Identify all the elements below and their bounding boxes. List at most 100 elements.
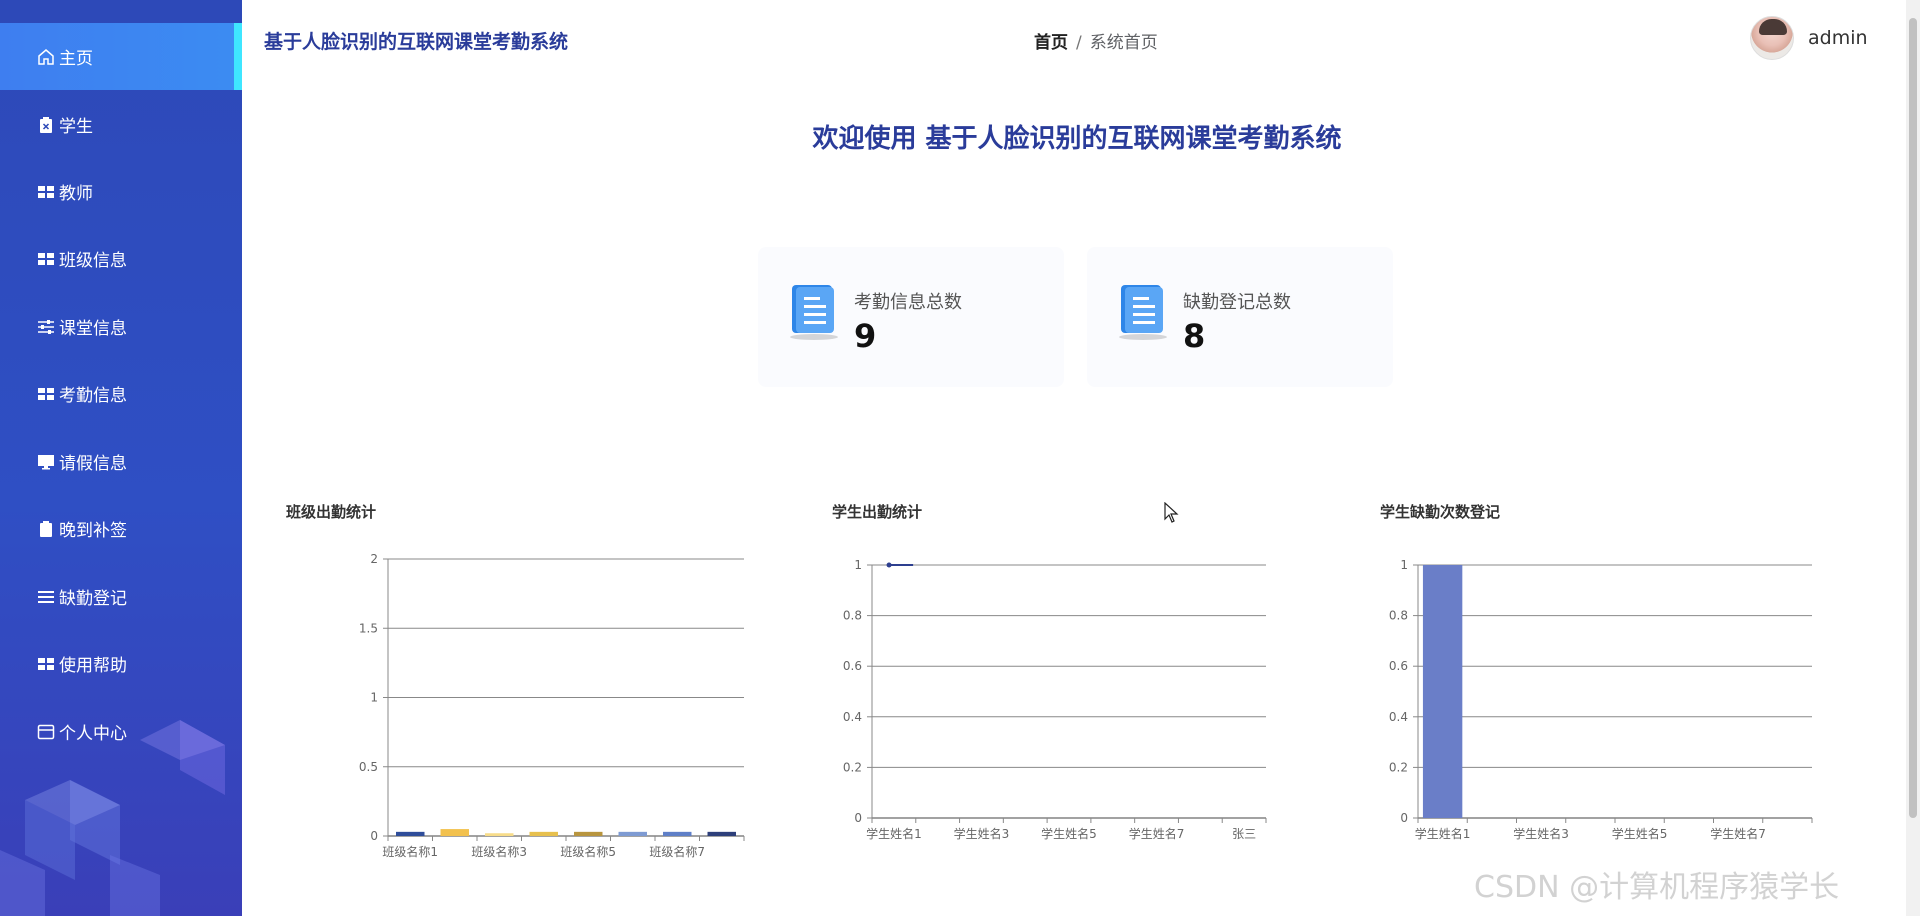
mouse-cursor-icon	[1164, 502, 1179, 523]
x-tick-label: 学生姓名7	[1129, 826, 1185, 841]
chart-title-student-attendance: 学生出勤统计	[832, 503, 923, 521]
sidebar-item-7[interactable]: 请假信息	[0, 428, 242, 495]
x-tick-label: 班级名称5	[560, 844, 616, 859]
stat-label: 考勤信息总数	[854, 292, 962, 313]
sidebar-item-10[interactable]: 使用帮助	[0, 630, 242, 697]
y-tick-label: 0.2	[843, 760, 862, 774]
scrollbar-thumb[interactable]	[1909, 18, 1917, 818]
breadcrumb: 首页 / 系统首页	[1034, 28, 1158, 53]
y-tick-label: 0.4	[843, 710, 862, 724]
avatar[interactable]	[1750, 16, 1794, 60]
stat-label: 缺勤登记总数	[1183, 292, 1291, 313]
sidebar-item-4[interactable]: 班级信息	[0, 225, 242, 292]
grid-icon	[37, 385, 55, 403]
y-tick-label: 0	[370, 829, 378, 843]
chart-title-student-absence: 学生缺勤次数登记	[1380, 503, 1501, 521]
username[interactable]: admin	[1808, 27, 1868, 49]
grid-icon	[37, 655, 55, 673]
x-tick-label: 学生姓名3	[954, 826, 1010, 841]
sidebar-item-8[interactable]: 晚到补签	[0, 495, 242, 562]
x-tick-label: 学生姓名5	[1612, 826, 1668, 841]
breadcrumb-separator: /	[1076, 33, 1082, 53]
bar	[529, 831, 558, 836]
x-tick-label: 学生姓名1	[1415, 826, 1471, 841]
bar	[618, 831, 647, 836]
bar	[485, 833, 514, 836]
sidebar-item-6[interactable]: 考勤信息	[0, 360, 242, 427]
sidebar-item-label: 主页	[59, 49, 93, 69]
app-title: 基于人脸识别的互联网课堂考勤系统	[264, 31, 569, 53]
stat-value: 8	[1183, 317, 1206, 355]
y-tick-label: 1	[370, 691, 378, 705]
chart-student-absence: 0 0.2 0.4 0.6 0.8 1 学生姓名1 学生姓名3 学生姓名5 学生姓名7	[1389, 558, 1813, 841]
sidebar-item-label: 缺勤登记	[59, 589, 127, 609]
sidebar-item-label: 学生	[59, 117, 93, 137]
sliders-icon	[37, 318, 55, 336]
home-icon	[37, 48, 55, 66]
sidebar-item-11[interactable]: 个人中心	[0, 698, 242, 765]
sidebar-item-3[interactable]: 教师	[0, 158, 242, 225]
breadcrumb-current: 系统首页	[1089, 33, 1158, 53]
bar	[707, 831, 736, 836]
clipboard-x-icon	[37, 116, 55, 134]
x-tick-label: 班级名称3	[471, 844, 527, 859]
bar	[440, 829, 469, 836]
sidebar-item-label: 使用帮助	[59, 656, 127, 676]
sidebar-item-1[interactable]: 主页	[0, 23, 242, 90]
grid-icon	[37, 183, 55, 201]
list-icon	[37, 588, 55, 606]
bar	[663, 831, 692, 836]
vertical-scrollbar[interactable]	[1906, 0, 1920, 916]
bar	[574, 831, 603, 836]
sidebar-item-label: 考勤信息	[59, 386, 127, 406]
data-point	[886, 562, 892, 568]
bar	[1422, 565, 1463, 818]
y-tick-label: 0.4	[1389, 710, 1408, 724]
grid-icon	[37, 250, 55, 268]
y-tick-label: 0	[854, 811, 862, 825]
y-tick-label: 0.2	[1389, 760, 1408, 774]
bar	[396, 831, 425, 836]
y-tick-label: 0.8	[1389, 609, 1408, 623]
sidebar-item-2[interactable]: 学生	[0, 91, 242, 158]
y-tick-label: 1	[854, 558, 862, 572]
sidebar-item-5[interactable]: 课堂信息	[0, 293, 242, 360]
user-menu[interactable]: admin	[1750, 16, 1868, 60]
document-icon	[790, 285, 838, 340]
sidebar-item-label: 个人中心	[59, 724, 127, 744]
chart-student-attendance: 0 0.2 0.4 0.6 0.8 1 学生姓名1 学生姓名3 学生姓名5 学生姓名7 张三	[843, 558, 1267, 841]
watermark: CSDN @计算机程序猿学长	[1474, 870, 1840, 905]
x-tick-label: 学生姓名1	[866, 826, 922, 841]
y-tick-label: 0.8	[843, 609, 862, 623]
clipboard-icon	[37, 520, 55, 538]
sidebar-item-label: 课堂信息	[59, 319, 127, 339]
y-tick-label: 0.6	[1389, 659, 1408, 673]
y-tick-label: 0	[1400, 811, 1408, 825]
sidebar-item-label: 教师	[59, 184, 93, 204]
sidebar-item-label: 请假信息	[59, 454, 127, 474]
sidebar-item-9[interactable]: 缺勤登记	[0, 563, 242, 630]
y-tick-label: 1	[1400, 558, 1408, 572]
x-tick-label: 班级名称7	[649, 844, 705, 859]
monitor-icon	[37, 453, 55, 471]
stat-value: 9	[854, 317, 877, 355]
y-tick-label: 0.5	[359, 760, 378, 774]
x-tick-label: 学生姓名3	[1513, 826, 1569, 841]
card-icon	[37, 723, 55, 741]
document-icon	[1119, 285, 1167, 340]
stat-card-attendance-total: 考勤信息总数 9	[758, 247, 1064, 387]
sidebar-item-label: 晚到补签	[59, 521, 127, 541]
welcome-heading: 欢迎使用 基于人脸识别的互联网课堂考勤系统	[812, 124, 1342, 154]
stat-card-absence-total: 缺勤登记总数 8	[1087, 247, 1393, 387]
x-tick-label: 张三	[1232, 827, 1256, 841]
chart-class-attendance: 0 0.5 1 1.5 2 班级名称1 班级名称3 班级名称5 班级名称7	[359, 552, 745, 859]
x-tick-label: 班级名称1	[382, 844, 438, 859]
chart-title-class-attendance: 班级出勤统计	[286, 503, 377, 521]
y-tick-label: 2	[370, 552, 378, 566]
y-tick-label: 1.5	[359, 621, 378, 635]
x-tick-label: 学生姓名7	[1710, 826, 1766, 841]
x-tick-label: 学生姓名5	[1041, 826, 1097, 841]
sidebar-item-label: 班级信息	[59, 251, 127, 271]
y-tick-label: 0.6	[843, 659, 862, 673]
breadcrumb-home[interactable]: 首页	[1034, 33, 1068, 53]
